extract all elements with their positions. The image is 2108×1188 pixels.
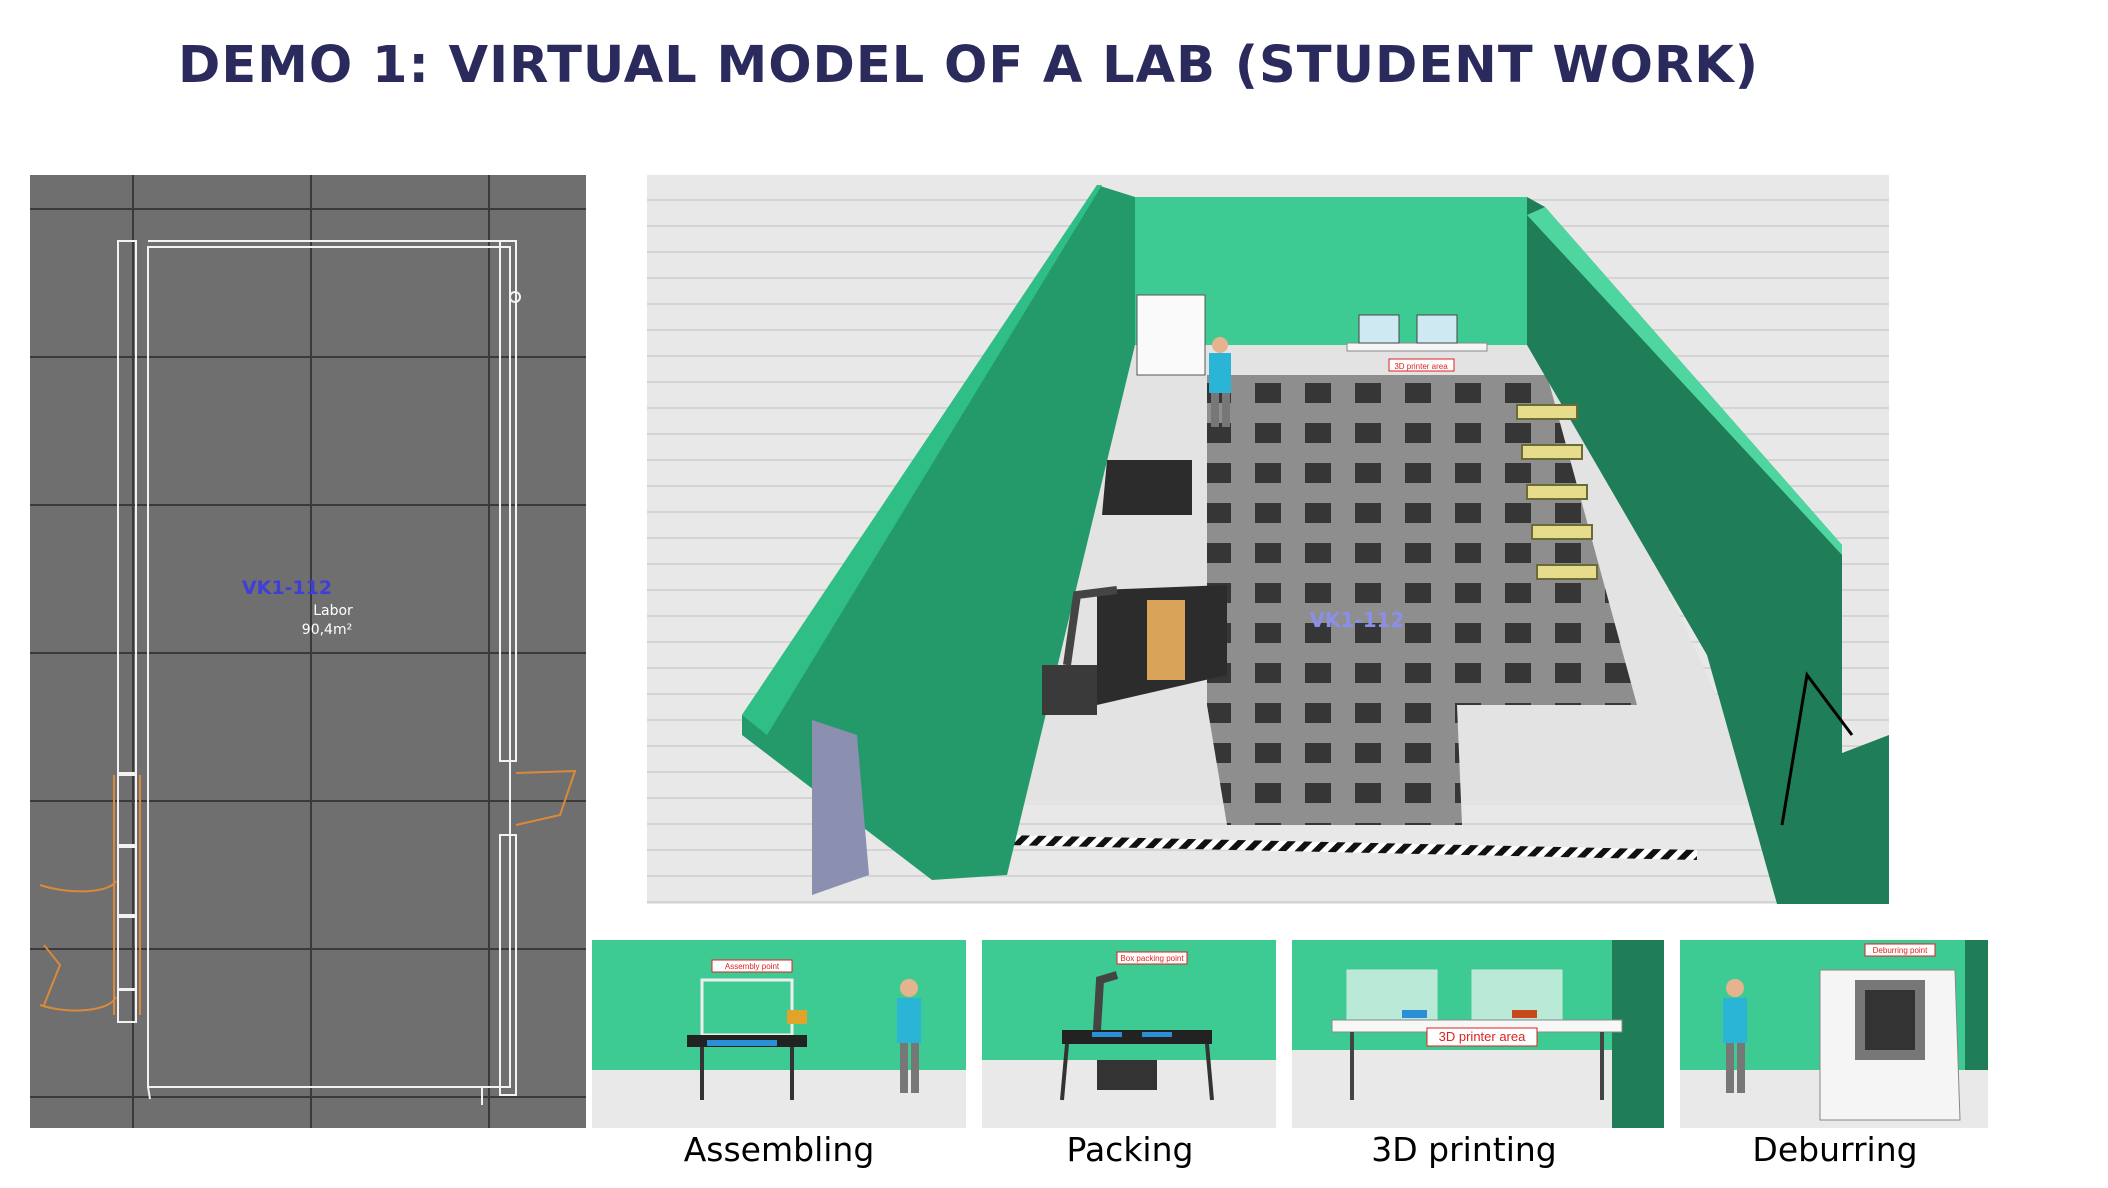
packing-caption: Packing (1066, 1130, 1194, 1169)
slide-title: DEMO 1: VIRTUAL MODEL OF A LAB (STUDENT … (178, 36, 1760, 95)
printer-area-label: 3D printer area (1439, 1029, 1526, 1044)
floor-plan-view[interactable]: VK1-112 Labor 90,4m² (30, 175, 586, 1128)
deburring-point-sign: Deburring point (1873, 946, 1928, 955)
floor-plan-drawing: VK1-112 Labor 90,4m² (30, 175, 586, 1128)
3d-printing-thumbnail[interactable]: 3D printer area (1292, 940, 1664, 1128)
deburring-caption: Deburring (1752, 1130, 1918, 1169)
deburring-thumbnail[interactable]: Deburring point (1680, 940, 1988, 1128)
floorplan-room-id: VK1-112 (242, 577, 332, 599)
lab-3d-scene: 3D printer area VK1-112 (647, 175, 1889, 904)
printer-area-sign: 3D printer area (1394, 362, 1448, 371)
floorplan-room-type: Labor (313, 603, 353, 619)
assembly-point-sign: Assembly point (725, 962, 780, 971)
packing-thumbnail[interactable]: Box packing point (982, 940, 1276, 1128)
room-label-3d: VK1-112 (1310, 608, 1405, 632)
floorplan-room-area: 90,4m² (302, 622, 352, 638)
lab-3d-view[interactable]: 3D printer area VK1-112 (647, 175, 1889, 904)
assembling-caption: Assembling (683, 1130, 875, 1169)
assembling-thumbnail[interactable]: Assembly point (592, 940, 966, 1128)
3d-printing-caption: 3D printing (1371, 1130, 1557, 1169)
box-packing-sign: Box packing point (1120, 954, 1184, 963)
